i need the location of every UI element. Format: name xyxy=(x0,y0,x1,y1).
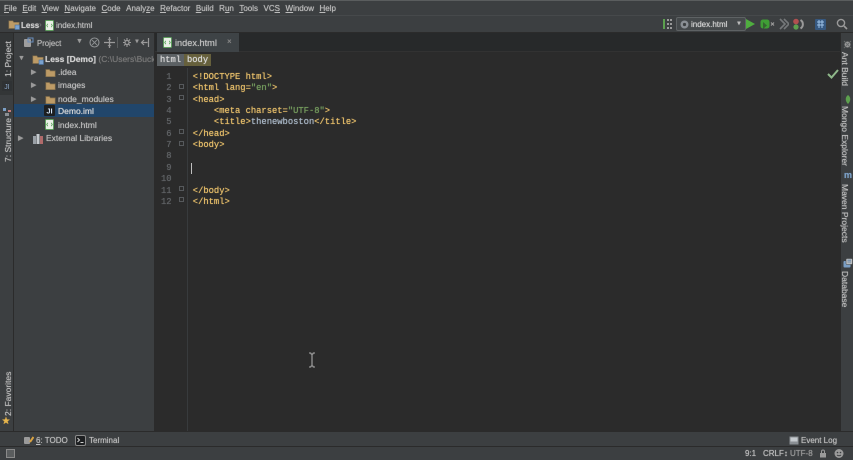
svg-text:JI: JI xyxy=(4,84,10,91)
svg-text:JI: JI xyxy=(46,107,52,116)
